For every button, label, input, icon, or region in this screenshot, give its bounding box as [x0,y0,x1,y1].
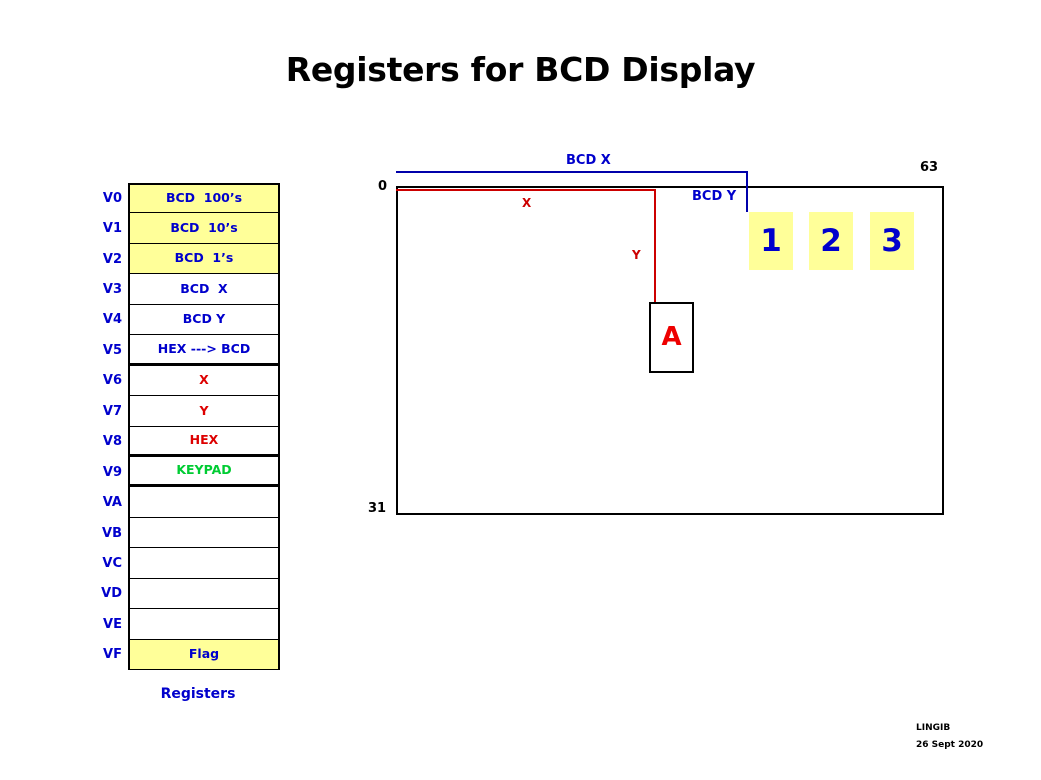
register-row: V0 BCD 100’s [88,183,288,214]
coord-label-bottom-left: 31 [368,501,387,516]
bcd-digit-hundreds: 1 [749,212,793,270]
register-tag-v8: V8 [102,434,122,450]
register-row: VD [88,578,288,610]
y-offset-guide-line [654,189,656,303]
register-value: HEX [189,431,219,447]
bcd-y-span-line-vertical [746,171,748,212]
register-row: VA [88,487,288,518]
x-offset-guide-line [396,189,656,191]
register-cell-vd [128,578,280,610]
register-cell-vf: Flag [128,639,280,670]
register-tag-vf: VF [103,647,122,663]
register-cell-v4: BCD Y [128,304,280,336]
signature-date: 26 Sept 2020 [916,740,984,751]
register-row: V3 BCD X [88,274,288,305]
bcd-digit-ones: 3 [870,212,914,270]
cursor-cell-box: A [649,302,694,373]
register-cell-v9: KEYPAD [128,456,280,488]
register-row: V7 Y [88,396,288,427]
register-cell-vb [128,517,280,549]
register-row: VE [88,609,288,640]
register-tag-va: VA [102,495,122,511]
registers-caption: Registers [160,686,236,702]
register-tag-vb: VB [102,525,122,541]
cursor-character: A [661,321,682,352]
register-cell-ve [128,609,280,640]
register-cell-v2: BCD 1’s [128,243,280,275]
coord-label-top-left: 0 [378,179,388,194]
register-row: VF Flag [88,639,288,670]
register-value: BCD X [180,280,228,296]
register-cell-v8: HEX [128,426,280,457]
page-title: Registers for BCD Display [285,50,756,89]
register-cell-v6: X [128,365,280,397]
register-row: V2 BCD 1’s [88,243,288,275]
bcd-x-label: BCD X [566,153,611,168]
register-value: X [199,372,209,388]
register-value: Flag [188,646,220,662]
register-value: Y [199,402,209,418]
bcd-digit-value: 1 [760,222,782,259]
register-cell-va [128,487,280,518]
coord-label-top-right: 63 [920,160,939,175]
y-axis-label: Y [632,248,641,262]
register-tag-v9: V9 [102,464,122,480]
register-cell-v0: BCD 100’s [128,183,280,214]
register-cell-v1: BCD 10’s [128,213,280,244]
register-row: V9 KEYPAD [88,456,288,488]
register-value: HEX ---> BCD [157,340,251,356]
register-row: VC [88,548,288,579]
register-value: BCD 100’s [165,190,243,206]
register-tag-v2: V2 [102,251,122,267]
register-cell-vc [128,548,280,579]
register-cell-v7: Y [128,396,280,427]
register-cell-v3: BCD X [128,274,280,305]
register-tag-v6: V6 [102,373,122,389]
register-cell-v5: HEX ---> BCD [128,335,280,366]
register-value: BCD 10’s [170,219,238,235]
bcd-digit-value: 2 [820,222,842,259]
register-row: V4 BCD Y [88,304,288,336]
register-tag-vd: VD [101,586,122,602]
register-row: V8 HEX [88,426,288,457]
x-axis-label: X [522,196,532,210]
register-row: V6 X [88,365,288,397]
signature-block: LINGIB 26 Sept 2020 [916,720,983,754]
register-value: BCD 1’s [174,250,234,266]
signature-author: LINGIB [916,723,951,733]
register-tag-v4: V4 [102,312,122,328]
bcd-digit-value: 3 [881,222,903,259]
register-table: V0 BCD 100’s V1 BCD 10’s V2 BCD 1’s V3 BCD X V4 B… [88,183,288,703]
register-value: KEYPAD [176,462,232,478]
register-value: BCD Y [182,311,226,327]
bcd-y-label: BCD Y [692,189,737,204]
register-row: V1 BCD 10’s [88,213,288,244]
register-tag-v1: V1 [102,221,122,237]
register-row: VB [88,517,288,549]
register-tag-vc: VC [102,555,122,571]
bcd-x-span-line-horizontal [396,171,748,173]
bcd-digit-tens: 2 [809,212,853,270]
register-tag-v7: V7 [102,403,122,419]
register-row: V5 HEX ---> BCD [88,335,288,366]
register-tag-ve: VE [103,616,122,632]
register-tag-v0: V0 [102,190,122,206]
register-tag-v3: V3 [102,282,122,298]
slide-canvas: Registers for BCD Display V0 BCD 100’s V1 B… [0,0,1041,780]
register-tag-v5: V5 [102,342,122,358]
